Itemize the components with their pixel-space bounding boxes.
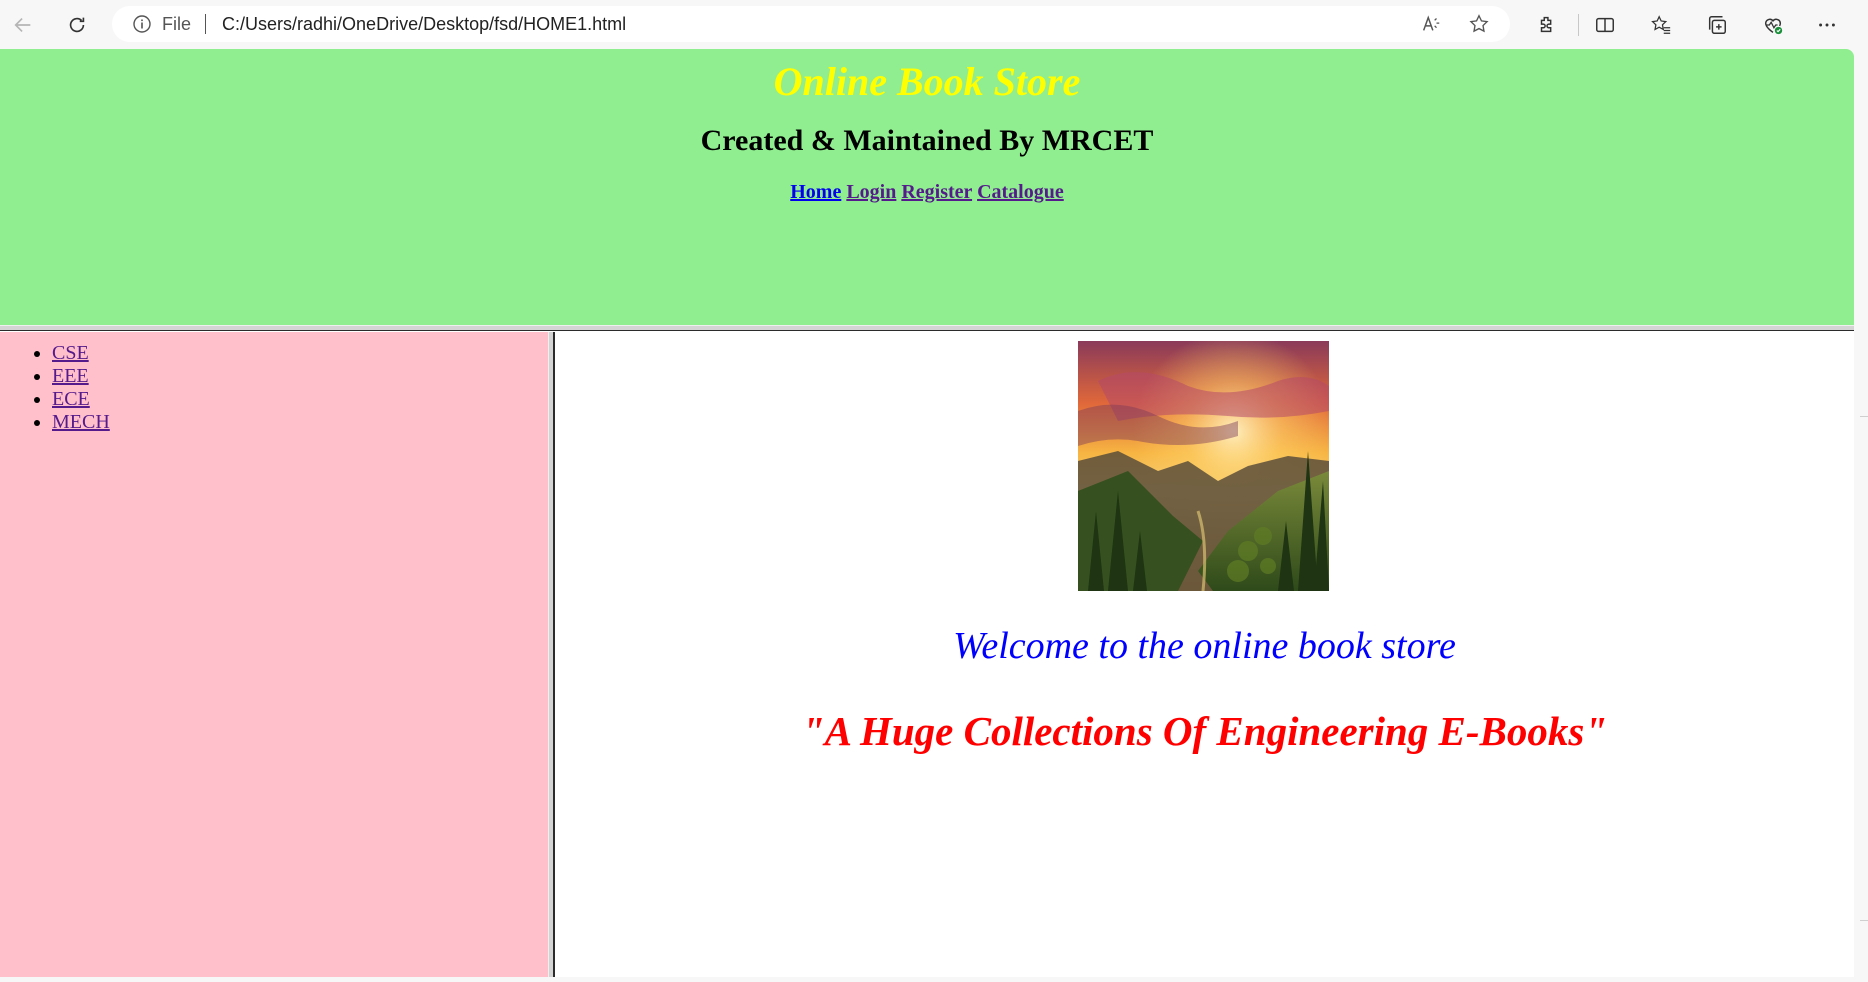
address-separator xyxy=(205,14,207,34)
scrollbar-mark xyxy=(1860,920,1868,921)
page-viewport: Online Book Store Created & Maintained B… xyxy=(0,49,1854,977)
split-screen-icon[interactable] xyxy=(1590,10,1620,40)
main-frame: Welcome to the online book store "A Huge… xyxy=(555,332,1854,977)
list-item: EEE xyxy=(52,365,548,388)
site-title: Online Book Store xyxy=(773,59,1081,104)
more-icon[interactable] xyxy=(1812,10,1842,40)
info-icon[interactable] xyxy=(132,14,152,34)
file-label: File xyxy=(162,13,192,34)
sidebar-frame: CSE EEE ECE MECH xyxy=(0,332,548,977)
favorites-icon[interactable] xyxy=(1646,10,1676,40)
read-aloud-icon[interactable] xyxy=(1418,11,1444,37)
header-frame: Online Book Store Created & Maintained B… xyxy=(0,49,1854,325)
nav-login-link[interactable]: Login xyxy=(846,181,896,203)
nav-home-link[interactable]: Home xyxy=(790,181,841,203)
list-item: ECE xyxy=(52,388,548,411)
sidebar-link-eee[interactable]: EEE xyxy=(52,365,89,387)
browser-essentials-icon[interactable] xyxy=(1758,10,1788,40)
nav-links: Home Login Register Catalogue xyxy=(0,181,1854,204)
frame-border-vertical[interactable] xyxy=(548,332,555,977)
reload-icon[interactable] xyxy=(62,10,92,40)
extensions-icon[interactable] xyxy=(1532,10,1562,40)
collections-icon[interactable] xyxy=(1702,10,1732,40)
nav-register-link[interactable]: Register xyxy=(901,181,972,203)
url-text[interactable]: C:/Users/radhi/OneDrive/Desktop/fsd/HOME… xyxy=(222,14,626,35)
nav-catalogue-link[interactable]: Catalogue xyxy=(977,181,1064,203)
welcome-text: Welcome to the online book store xyxy=(953,625,1456,667)
site-subtitle: Created & Maintained By MRCET xyxy=(700,124,1154,157)
frame-border-horizontal[interactable] xyxy=(0,325,1854,331)
sidebar-link-mech[interactable]: MECH xyxy=(52,411,110,433)
sidebar-link-cse[interactable]: CSE xyxy=(52,342,89,364)
favorite-star-icon[interactable] xyxy=(1466,11,1492,37)
list-item: CSE xyxy=(52,342,548,365)
scrollbar-mark xyxy=(1860,416,1868,417)
list-item: MECH xyxy=(52,411,548,434)
browser-toolbar: File C:/Users/radhi/OneDrive/Desktop/fsd… xyxy=(0,0,1868,48)
tagline-text: "A Huge Collections Of Engineering E-Boo… xyxy=(801,708,1608,754)
department-list: CSE EEE ECE MECH xyxy=(0,342,548,434)
back-icon[interactable] xyxy=(8,10,38,40)
address-bar[interactable]: File C:/Users/radhi/OneDrive/Desktop/fsd… xyxy=(112,6,1510,42)
toolbar-divider xyxy=(1578,14,1579,36)
sidebar-link-ece[interactable]: ECE xyxy=(52,388,90,410)
landscape-image xyxy=(1078,341,1329,591)
